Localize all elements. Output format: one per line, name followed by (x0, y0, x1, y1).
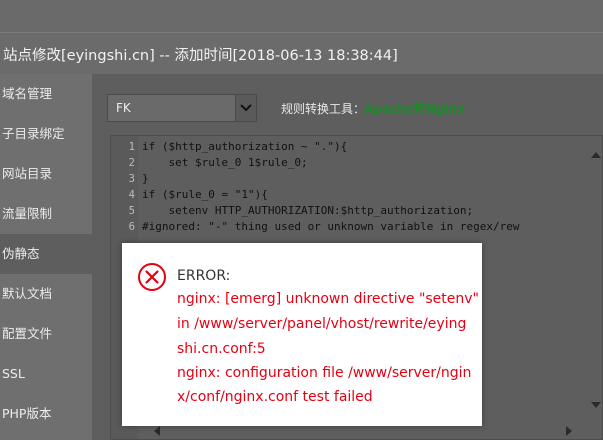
sidebar-item-config-file[interactable]: 配置文件 (0, 314, 92, 354)
rewrite-template-select[interactable]: FK (107, 94, 257, 122)
editor-vertical-scrollbar[interactable] (588, 146, 603, 440)
sidebar-item-site-directory[interactable]: 网站目录 (0, 154, 92, 194)
error-message-line: shi.cn.conf:5 (177, 341, 266, 357)
window-titlebar: 站点修改[eyingshi.cn] -- 添加时间[2018-06-13 18:… (0, 32, 603, 75)
line-number: 6 (128, 221, 135, 233)
line-number: 5 (128, 205, 135, 217)
rule-converter-label: 规则转换工具： (281, 102, 366, 116)
error-message-line: x/conf/nginx.conf test failed (177, 389, 373, 405)
scroll-down-arrow-icon[interactable] (591, 402, 601, 408)
sidebar-item-traffic-limit[interactable]: 流量限制 (0, 194, 92, 234)
error-message-line: nginx: [emerg] unknown directive "setenv… (177, 291, 479, 307)
sidebar-item-domain[interactable]: 域名管理 (0, 74, 92, 114)
error-dialog: ERROR: nginx: [emerg] unknown directive … (122, 243, 482, 426)
code-line: if ($rule_0 = "1"){ (142, 188, 268, 201)
scroll-up-arrow-icon[interactable] (591, 152, 601, 158)
sidebar-item-subdir-binding[interactable]: 子目录绑定 (0, 114, 92, 154)
sidebar-item-ssl[interactable]: SSL (0, 354, 92, 394)
code-line: if ($http_authorization ~ "."){ (142, 140, 348, 153)
error-message-line: nginx: configuration file /www/server/ng… (177, 365, 472, 381)
error-icon (137, 262, 167, 296)
chevron-down-icon[interactable] (235, 95, 256, 121)
error-message-line: in /www/server/panel/vhost/rewrite/eying (177, 316, 467, 332)
line-number: 2 (128, 157, 135, 169)
sidebar-item-default-doc[interactable]: 默认文档 (0, 274, 92, 314)
line-number: 4 (128, 189, 135, 201)
editor-horizontal-scrollbar[interactable] (140, 424, 580, 438)
error-title: ERROR: (177, 268, 231, 284)
line-number: 3 (128, 173, 135, 185)
backdrop-top (0, 0, 603, 32)
code-line: } (142, 172, 149, 185)
code-line: setenv HTTP_AUTHORIZATION:$http_authoriz… (142, 204, 474, 217)
apache-to-nginx-link[interactable]: Apache转Nginx (364, 100, 465, 117)
scroll-left-arrow-icon[interactable] (154, 426, 160, 436)
line-number: 1 (128, 141, 135, 153)
window-title: 站点修改[eyingshi.cn] -- 添加时间[2018-06-13 18:… (3, 48, 398, 64)
sidebar-item-php-version[interactable]: PHP版本 (0, 394, 92, 434)
sidebar: 域名管理 子目录绑定 网站目录 流量限制 伪静态 默认文档 配置文件 SSL P… (0, 74, 92, 440)
scroll-right-arrow-icon[interactable] (566, 426, 572, 436)
code-line: set $rule_0 1$rule_0; (142, 156, 308, 169)
code-line: #ignored: "-" thing used or unknown vari… (142, 220, 520, 233)
rewrite-template-value: FK (116, 101, 131, 115)
sidebar-item-rewrite[interactable]: 伪静态 (0, 234, 92, 274)
